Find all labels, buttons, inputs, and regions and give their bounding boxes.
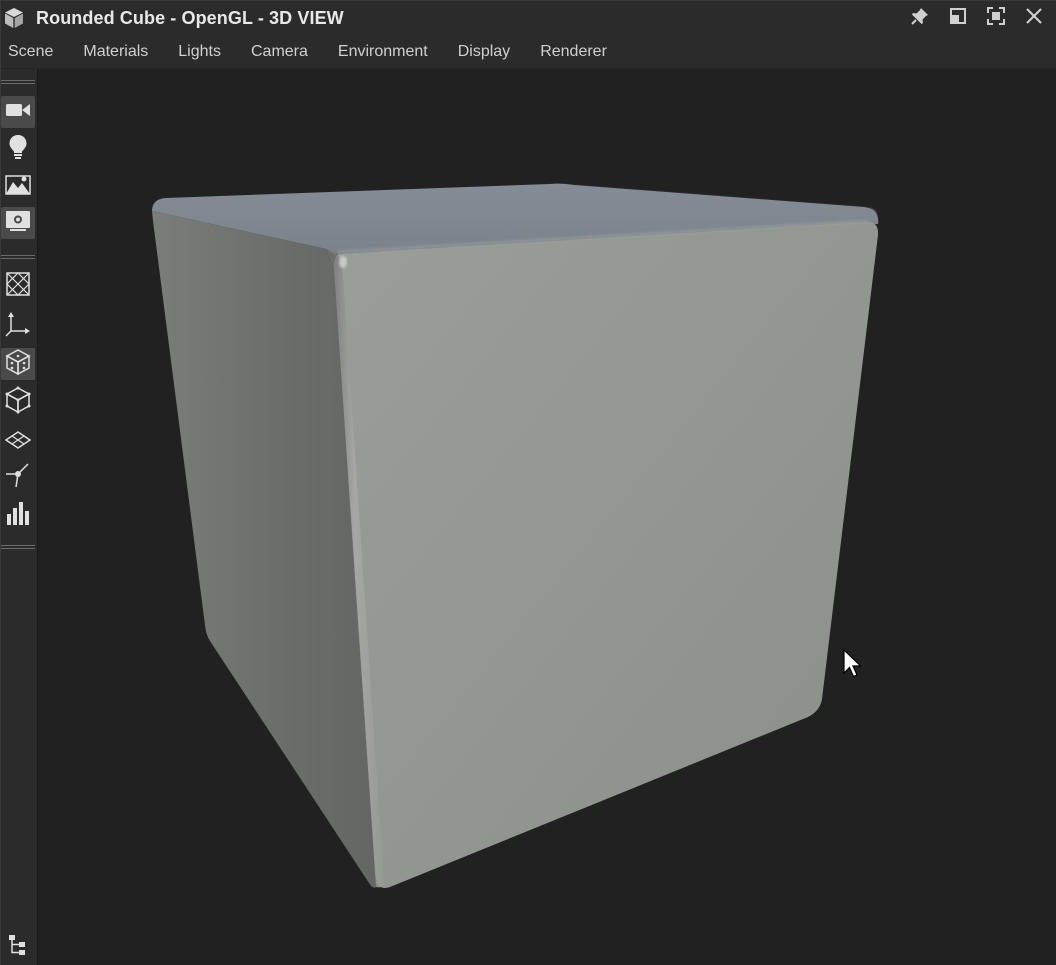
menu-display[interactable]: Display [451, 35, 517, 68]
close-button[interactable] [1017, 3, 1051, 33]
environment-tool-button[interactable] [1, 170, 35, 202]
restore-button[interactable] [941, 3, 975, 33]
pin-button[interactable] [903, 3, 937, 33]
menu-lights[interactable]: Lights [171, 35, 228, 68]
statistics-tool-button[interactable] [1, 499, 35, 531]
menu-scene[interactable]: Scene [1, 35, 60, 68]
left-toolbar [1, 69, 38, 965]
camera-tool-button[interactable] [1, 96, 35, 128]
toolbar-grip[interactable] [1, 545, 35, 551]
light-bulb-icon [8, 134, 28, 165]
scene-tree-tool-button[interactable] [1, 931, 35, 963]
render-settings-tool-button[interactable] [1, 207, 35, 239]
pin-icon [910, 6, 930, 31]
app-window: Rounded Cube - OpenGL - 3D VIEW Scene Ma… [0, 0, 1056, 965]
menu-materials[interactable]: Materials [76, 35, 155, 68]
toolbar-grip[interactable] [1, 80, 35, 86]
scene-tree-icon [7, 934, 29, 961]
wireframe-icon [5, 271, 31, 302]
light-gizmo-icon [5, 462, 31, 493]
statistics-icon [5, 500, 31, 531]
rounded-cube-render [152, 183, 879, 888]
render-settings-icon [5, 209, 31, 238]
3d-viewport[interactable] [38, 69, 1056, 965]
shaded-view-tool-button[interactable] [1, 348, 35, 380]
close-icon [1025, 7, 1043, 30]
title-bar: Rounded Cube - OpenGL - 3D VIEW [1, 1, 1056, 35]
menu-renderer[interactable]: Renderer [533, 35, 614, 68]
mouse-cursor-icon [843, 648, 863, 684]
wire-cube-tool-button[interactable] [1, 386, 35, 418]
axes-tool-button[interactable] [1, 310, 35, 342]
toolbar-grip[interactable] [1, 255, 35, 261]
wire-cube-icon [5, 386, 31, 419]
shaded-cube-icon [5, 348, 31, 380]
light-gizmo-tool-button[interactable] [1, 461, 35, 493]
environment-image-icon [5, 172, 31, 201]
axes-icon [5, 311, 31, 342]
camera-icon [5, 100, 31, 125]
maximize-button[interactable] [979, 3, 1013, 33]
lights-tool-button[interactable] [1, 133, 35, 165]
ground-plane-tool-button[interactable] [1, 426, 35, 458]
window-title: Rounded Cube - OpenGL - 3D VIEW [36, 7, 344, 28]
ground-plane-icon [4, 430, 32, 455]
window-controls [903, 1, 1051, 35]
menu-environment[interactable]: Environment [331, 35, 435, 68]
maximize-icon [986, 6, 1006, 31]
menu-camera[interactable]: Camera [244, 35, 315, 68]
restore-icon [949, 7, 967, 30]
cube-icon [2, 6, 26, 30]
menu-bar: Scene Materials Lights Camera Environmen… [1, 35, 1056, 69]
wireframe-tool-button[interactable] [1, 270, 35, 302]
